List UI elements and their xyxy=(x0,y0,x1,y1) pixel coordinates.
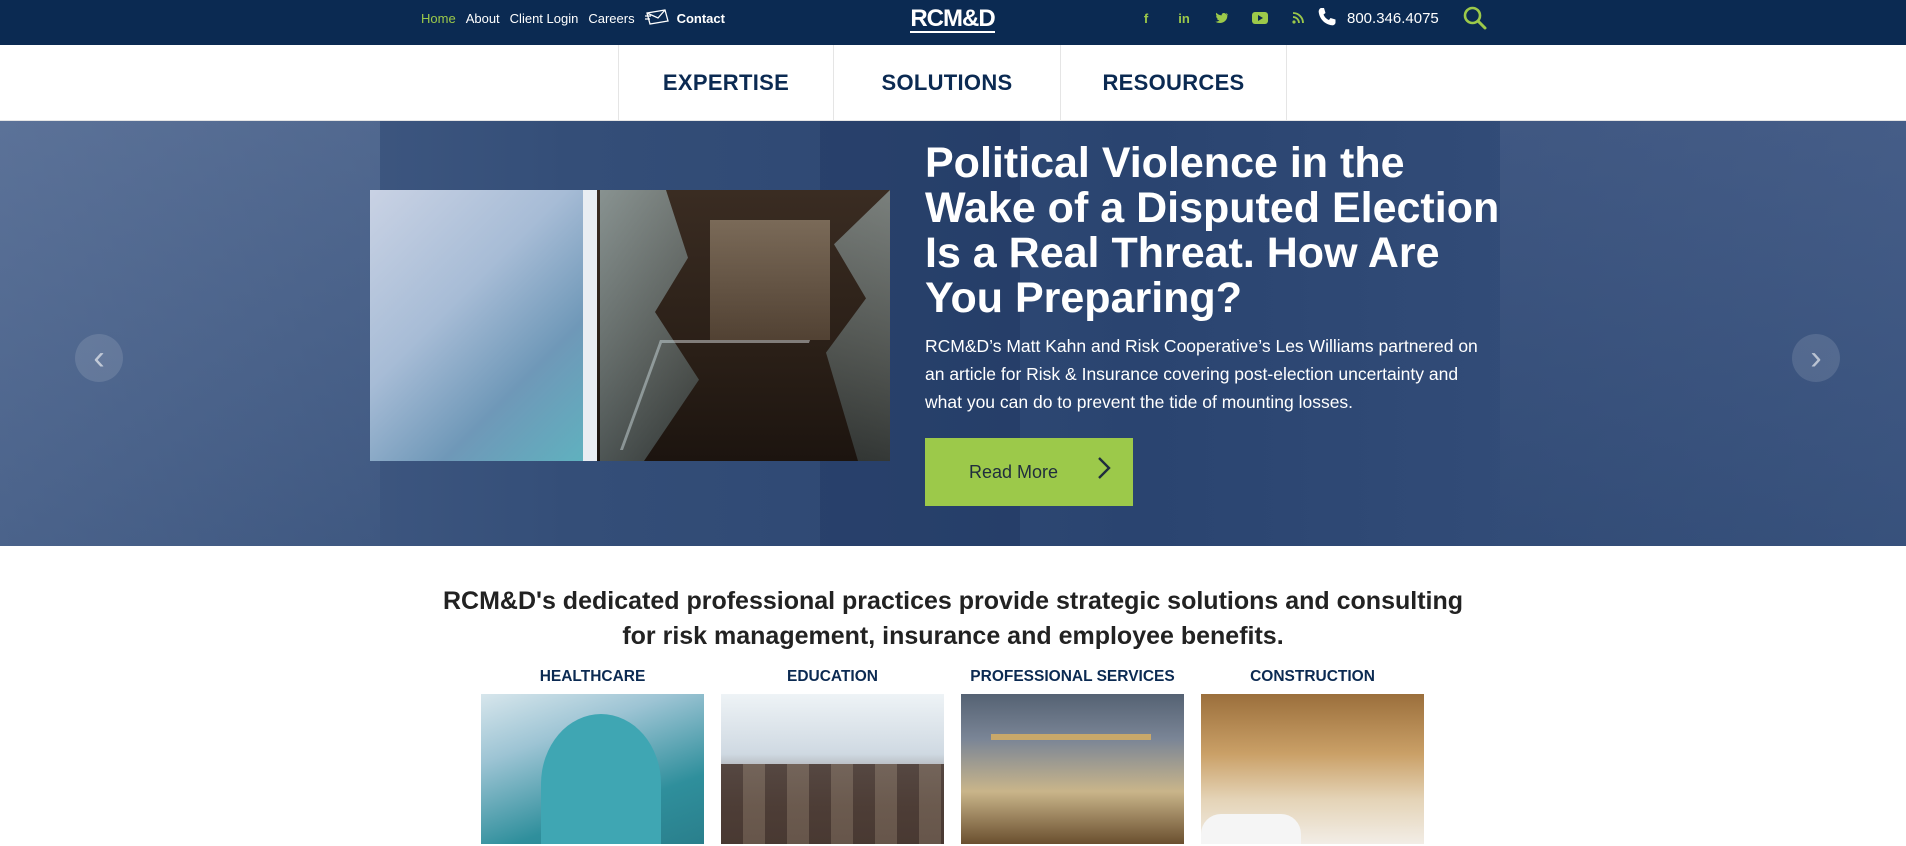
main-nav-items: EXPERTISE SOLUTIONS RESOURCES xyxy=(618,45,1287,121)
top-bar: Home About Client Login Careers Contact … xyxy=(0,0,1906,45)
healthcare-image[interactable] xyxy=(481,694,704,844)
practice-card-healthcare[interactable]: HEALTHCARE xyxy=(481,667,704,844)
phone-number: 800.346.4075 xyxy=(1347,10,1439,27)
phone-icon xyxy=(1317,7,1337,31)
practice-title[interactable]: EDUCATION xyxy=(721,667,944,694)
chevron-right-icon: › xyxy=(1810,338,1822,377)
chevron-right-icon xyxy=(1097,456,1111,484)
hero-background-right xyxy=(1500,121,1906,546)
practice-title[interactable]: HEALTHCARE xyxy=(481,667,704,694)
hero-background-left xyxy=(0,121,380,546)
practice-card-construction[interactable]: CONSTRUCTION xyxy=(1201,667,1424,844)
hero-title: Political Violence in the Wake of a Disp… xyxy=(925,139,1500,322)
utility-nav: Home About Client Login Careers Contact xyxy=(421,0,725,37)
practice-title[interactable]: CONSTRUCTION xyxy=(1201,667,1424,694)
contact-label: Contact xyxy=(676,11,725,26)
professional-services-image[interactable] xyxy=(961,694,1184,844)
site-logo[interactable]: RCM&D xyxy=(910,5,996,35)
practice-card-education[interactable]: EDUCATION xyxy=(721,667,944,844)
hero-carousel: ‹ › Political Violence in the Wake of a … xyxy=(0,121,1906,546)
hero-image-broken-glass xyxy=(370,190,890,461)
carousel-next-button[interactable]: › xyxy=(1792,334,1840,382)
education-image[interactable] xyxy=(721,694,944,844)
carousel-prev-button[interactable]: ‹ xyxy=(75,334,123,382)
read-more-button[interactable]: Read More xyxy=(925,438,1133,506)
facebook-icon[interactable]: f xyxy=(1135,8,1157,28)
nav-link-careers[interactable]: Careers xyxy=(588,11,634,26)
twitter-icon[interactable] xyxy=(1211,8,1233,28)
construction-image[interactable] xyxy=(1201,694,1424,844)
nav-item-expertise[interactable]: EXPERTISE xyxy=(618,45,833,121)
practices-intro: RCM&D's dedicated professional practices… xyxy=(442,587,1464,650)
nav-link-client-login[interactable]: Client Login xyxy=(510,11,579,26)
envelope-icon xyxy=(644,9,671,28)
nav-item-solutions[interactable]: SOLUTIONS xyxy=(833,45,1060,121)
practice-card-professional-services[interactable]: PROFESSIONAL SERVICES xyxy=(961,667,1184,844)
logo-text: RCM&D xyxy=(910,5,996,33)
social-links: f in xyxy=(1135,8,1309,28)
youtube-icon[interactable] xyxy=(1249,8,1271,28)
phone-contact[interactable]: 800.346.4075 xyxy=(1317,0,1439,37)
linkedin-icon[interactable]: in xyxy=(1173,8,1195,28)
nav-item-resources[interactable]: RESOURCES xyxy=(1060,45,1287,121)
rss-icon[interactable] xyxy=(1287,8,1309,28)
read-more-label: Read More xyxy=(969,461,1059,482)
main-nav: EXPERTISE SOLUTIONS RESOURCES xyxy=(0,45,1906,121)
nav-link-about[interactable]: About xyxy=(466,11,500,26)
hero-description: RCM&D’s Matt Kahn and Risk Cooperative’s… xyxy=(925,336,1478,412)
practice-title[interactable]: PROFESSIONAL SERVICES xyxy=(961,667,1184,694)
search-icon[interactable] xyxy=(1462,5,1488,31)
nav-link-home[interactable]: Home xyxy=(421,11,456,26)
nav-link-contact[interactable]: Contact xyxy=(644,9,725,28)
chevron-left-icon: ‹ xyxy=(93,338,105,377)
practice-cards: HEALTHCARE EDUCATION PROFESSIONAL SERVIC… xyxy=(481,667,1424,844)
